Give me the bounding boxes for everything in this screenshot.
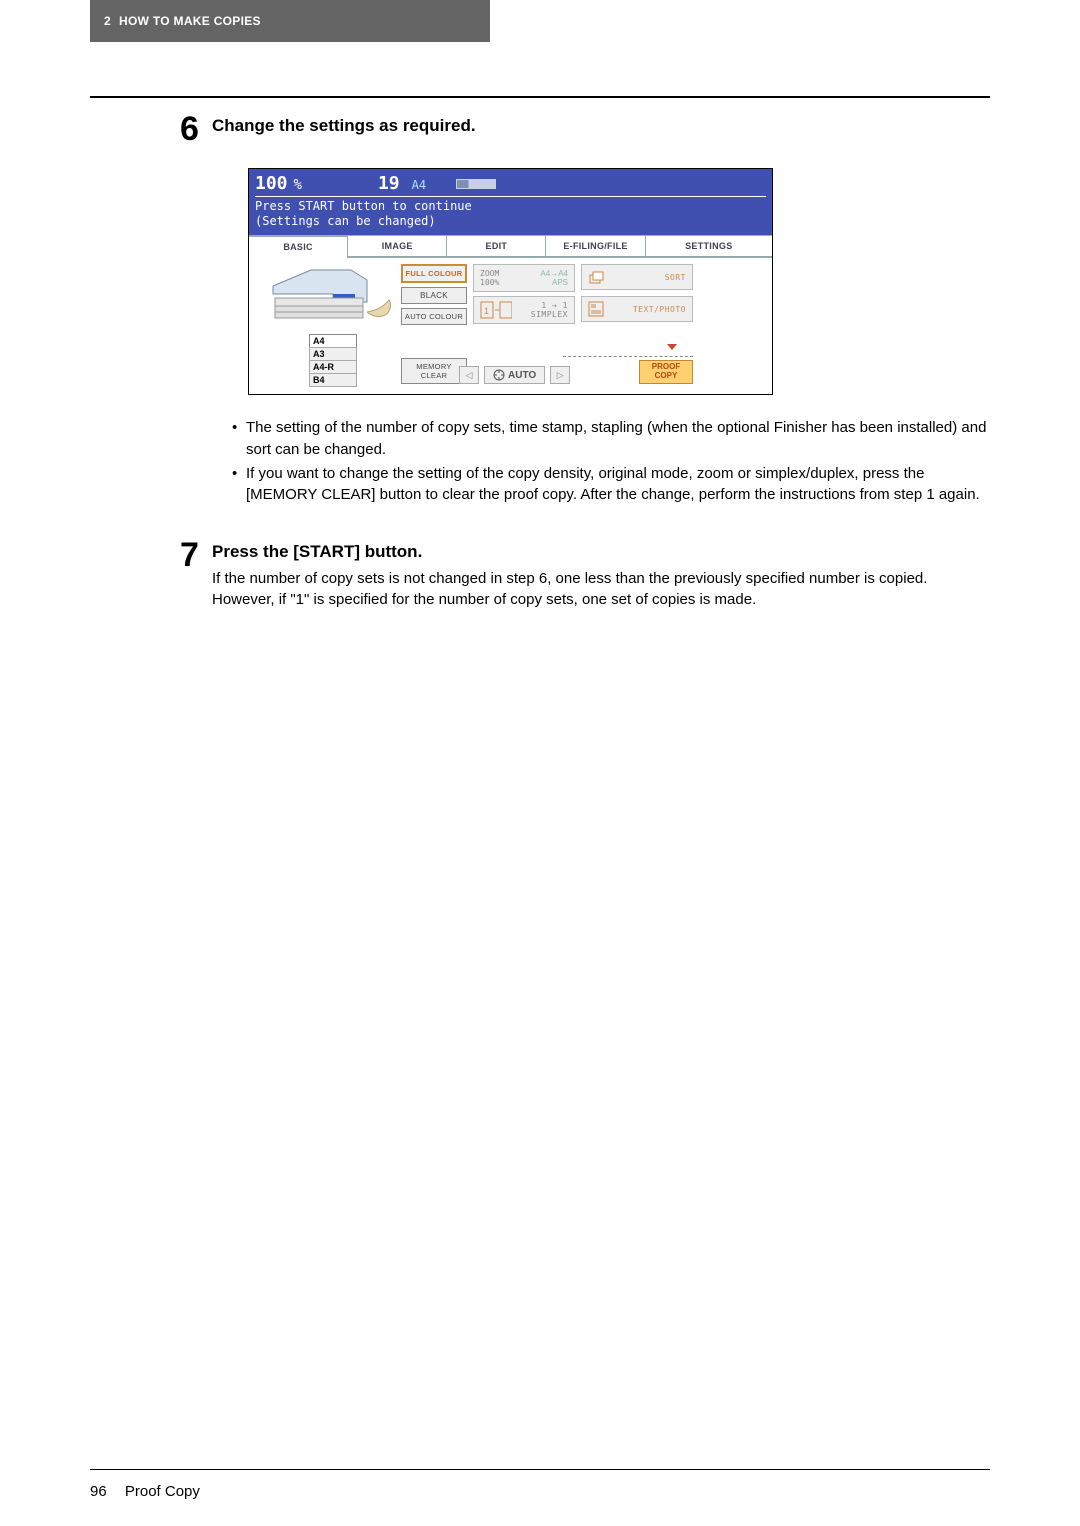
sort-option[interactable]: SORT	[581, 264, 693, 290]
copier-ui-screenshot: 100 % 19 A4 Press START button to contin…	[248, 168, 773, 395]
status-message-1: Press START button to continue	[255, 199, 766, 214]
progress-icon	[456, 179, 496, 189]
sort-icon	[588, 269, 604, 285]
copy-count: 19	[378, 173, 400, 194]
section-name: Proof Copy	[125, 1483, 200, 1500]
simplex-label-1: 1 → 1	[541, 301, 568, 310]
zoom-value: 100	[255, 173, 288, 194]
zoom-label: ZOOM	[480, 269, 499, 278]
zoom-unit: %	[294, 177, 302, 193]
density-control: ◁ AUTO ▷	[459, 366, 575, 384]
proof-copy-button[interactable]: PROOF COPY	[639, 360, 693, 384]
bullet-1: The setting of the number of copy sets, …	[232, 417, 990, 461]
tray-a4r[interactable]: A4-R	[309, 360, 357, 374]
tray-panel: A4 A3 A4-R B4	[255, 264, 395, 384]
step-title: Change the settings as required.	[212, 116, 990, 136]
tab-basic[interactable]: BASIC	[249, 235, 348, 258]
memory-clear-button[interactable]: MEMORY CLEAR	[401, 358, 467, 384]
colour-column: FULL COLOUR BLACK AUTO COLOUR MEMORY CLE…	[401, 264, 467, 384]
simplex-option[interactable]: 1 1 → 1 SIMPLEX	[473, 296, 575, 324]
status-bar: 100 % 19 A4 Press START button to contin…	[249, 169, 772, 235]
bullet-2: If you want to change the setting of the…	[232, 463, 990, 507]
options-column-2: SORT TEXT/PHOTO PROOF COPY	[581, 264, 693, 384]
chapter-number: 2	[104, 14, 111, 28]
tab-edit[interactable]: EDIT	[447, 235, 546, 258]
step-text: If the number of copy sets is not change…	[212, 568, 990, 610]
tab-efiling[interactable]: E-FILING/FILE	[546, 235, 645, 258]
step-6: 6 Change the settings as required.	[180, 110, 990, 146]
tab-bar: BASIC IMAGE EDIT E-FILING/FILE SETTINGS	[249, 235, 772, 258]
paper-size: A4	[412, 178, 426, 192]
options-column-1: ZOOM 100% A4→A4 APS 1 1 → 1 SIMPLEX	[473, 264, 575, 384]
full-colour-button[interactable]: FULL COLOUR	[401, 264, 467, 283]
status-message-2: (Settings can be changed)	[255, 214, 766, 229]
simplex-label-2: SIMPLEX	[531, 310, 568, 319]
chapter-title: HOW TO MAKE COPIES	[119, 14, 261, 28]
bullet-list: The setting of the number of copy sets, …	[232, 417, 990, 506]
page-footer: 96 Proof Copy	[90, 1483, 200, 1500]
textphoto-icon	[588, 301, 604, 317]
auto-icon	[493, 369, 505, 381]
page-number: 96	[90, 1483, 107, 1500]
tray-b4[interactable]: B4	[309, 373, 357, 387]
chapter-header: 2 HOW TO MAKE COPIES	[90, 0, 490, 42]
textphoto-label: TEXT/PHOTO	[609, 305, 686, 314]
step-title: Press the [START] button.	[212, 542, 990, 562]
copier-diagram	[255, 264, 395, 344]
tab-settings[interactable]: SETTINGS	[646, 235, 772, 258]
step-7: 7 Press the [START] button. If the numbe…	[180, 536, 990, 610]
scale-pointer-icon	[667, 344, 677, 350]
tab-image[interactable]: IMAGE	[348, 235, 447, 258]
duplex-icon: 1	[480, 301, 512, 319]
svg-text:1: 1	[484, 306, 489, 316]
black-button[interactable]: BLACK	[401, 287, 467, 304]
horizontal-rule	[90, 96, 990, 98]
footer-rule	[90, 1469, 990, 1471]
density-right-button[interactable]: ▷	[550, 366, 570, 384]
tray-a3[interactable]: A3	[309, 347, 357, 361]
aps-label-2: APS	[552, 278, 568, 287]
sort-label: SORT	[609, 273, 686, 282]
zoom-pct: 100%	[480, 278, 499, 287]
step-number: 7	[180, 538, 212, 572]
density-left-button[interactable]: ◁	[459, 366, 479, 384]
density-scale	[563, 347, 693, 357]
step-number: 6	[180, 112, 212, 146]
auto-colour-button[interactable]: AUTO COLOUR	[401, 308, 467, 325]
zoom-option[interactable]: ZOOM 100% A4→A4 APS	[473, 264, 575, 292]
auto-density-button[interactable]: AUTO	[484, 366, 545, 384]
textphoto-option[interactable]: TEXT/PHOTO	[581, 296, 693, 322]
aps-label-1: A4→A4	[540, 269, 568, 278]
